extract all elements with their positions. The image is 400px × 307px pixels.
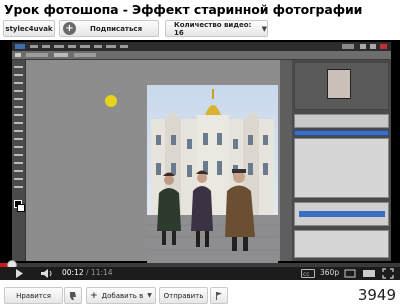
fullscreen-icon[interactable] [382, 268, 394, 279]
share-button[interactable]: Отправить [159, 287, 208, 304]
plus-icon: + [63, 22, 76, 35]
photoshop-toolbox [12, 60, 26, 261]
chevron-down-icon: ▼ [261, 24, 267, 33]
like-label: Нравится [16, 291, 51, 300]
subscribe-button[interactable]: + Подписаться [59, 20, 159, 37]
cc-icon[interactable]: cc [301, 268, 315, 279]
share-label: Отправить [163, 291, 204, 300]
quality-setting[interactable]: 360p [320, 268, 339, 277]
view-count: 3949 [357, 286, 396, 304]
video-title: Урок фотошопа - Эффект старинной фотогра… [4, 2, 363, 17]
video-frame-photoshop [12, 42, 391, 263]
current-time: 00:12 [62, 268, 84, 277]
flag-button[interactable] [210, 287, 228, 304]
add-label: Добавить в [101, 291, 144, 300]
photoshop-menubar [12, 42, 391, 51]
chevron-down-icon: ▼ [147, 292, 152, 299]
duration: / 11:14 [86, 268, 113, 277]
flag-icon [216, 291, 222, 300]
video-player[interactable] [0, 40, 400, 263]
add-icon: + [90, 290, 98, 301]
player-controls: 00:12 / 11:14 cc 360p [0, 267, 400, 280]
action-row: Нравится + Добавить в ▼ Отправить 3949 [0, 284, 400, 306]
channel-name-button[interactable]: stylec4uvak [3, 20, 55, 37]
photoshop-options-bar [12, 51, 391, 60]
play-icon[interactable] [14, 268, 24, 279]
cursor-highlight [105, 95, 117, 107]
popout-icon[interactable] [344, 268, 356, 279]
dislike-button[interactable] [64, 287, 82, 304]
time-display: 00:12 / 11:14 [62, 268, 113, 277]
subscribe-label: Подписаться [90, 24, 143, 33]
channel-videos-dropdown[interactable]: Количество видео: 16 ▼ [165, 20, 268, 37]
like-button[interactable]: Нравится [4, 287, 63, 304]
channel-row: stylec4uvak + Подписаться Количество вид… [0, 20, 400, 38]
svg-text:cc: cc [303, 271, 310, 278]
video-count-label: Количество видео: 16 [174, 20, 252, 37]
church-photo-image [147, 85, 278, 263]
photoshop-document-area [26, 60, 280, 263]
expand-player-icon[interactable] [362, 268, 376, 279]
photoshop-panels [292, 60, 391, 261]
thumbs-down-icon [70, 291, 76, 300]
add-to-button[interactable]: + Добавить в ▼ [86, 287, 156, 304]
volume-icon[interactable] [40, 268, 54, 279]
